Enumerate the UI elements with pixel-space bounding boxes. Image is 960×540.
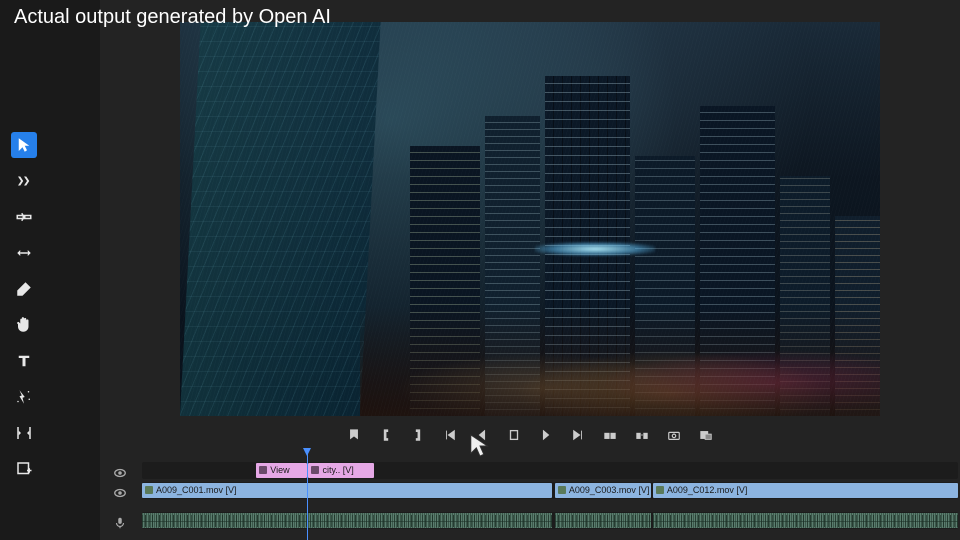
step-back-icon[interactable] [473, 426, 491, 444]
transport-controls [180, 422, 880, 448]
overlay-caption: Actual output generated by Open AI [14, 6, 331, 29]
export-frame-icon[interactable] [665, 426, 683, 444]
track-v1-visibility-icon[interactable] [108, 484, 132, 502]
audio-clip[interactable] [142, 513, 552, 528]
hand-tool-icon[interactable] [11, 312, 37, 338]
step-forward-icon[interactable] [537, 426, 555, 444]
play-icon[interactable] [505, 426, 523, 444]
selection-tool-icon[interactable] [11, 132, 37, 158]
clip[interactable]: city.. [V] [308, 463, 373, 478]
add-edit-icon[interactable] [11, 456, 37, 482]
audio-clip[interactable] [555, 513, 651, 528]
rate-stretch-icon[interactable] [11, 420, 37, 446]
go-to-out-icon[interactable] [569, 426, 587, 444]
type-tool-icon[interactable] [11, 348, 37, 374]
track-v2-visibility-icon[interactable] [108, 464, 132, 482]
clip[interactable]: View [256, 463, 307, 478]
playhead[interactable] [307, 448, 308, 540]
remix-tool-icon[interactable] [11, 384, 37, 410]
audio-clip[interactable] [653, 513, 958, 528]
clip[interactable]: A009_C012.mov [V] [653, 483, 958, 498]
track-select-forward-icon[interactable] [11, 168, 37, 194]
clip[interactable]: A009_C003.mov [V] [555, 483, 651, 498]
slip-tool-icon[interactable] [11, 240, 37, 266]
tool-palette [8, 130, 40, 484]
track-a1[interactable] [142, 512, 958, 529]
track-a1-mic-icon[interactable] [108, 514, 132, 532]
main-panel: Viewcity.. [V] A009_C001.mov [V]A009_C00… [100, 0, 960, 540]
go-to-in-icon[interactable] [441, 426, 459, 444]
ripple-edit-icon[interactable] [11, 204, 37, 230]
extract-icon[interactable] [633, 426, 651, 444]
out-bracket-icon[interactable] [409, 426, 427, 444]
marker-icon[interactable] [345, 426, 363, 444]
pen-tool-icon[interactable] [11, 276, 37, 302]
lift-icon[interactable] [601, 426, 619, 444]
in-bracket-icon[interactable] [377, 426, 395, 444]
clip[interactable]: A009_C001.mov [V] [142, 483, 552, 498]
program-monitor[interactable] [180, 22, 880, 416]
track-v2[interactable]: Viewcity.. [V] [142, 462, 958, 479]
timeline-panel: Viewcity.. [V] A009_C001.mov [V]A009_C00… [100, 462, 960, 540]
toggle-multicam-icon[interactable] [697, 426, 715, 444]
track-v1[interactable]: A009_C001.mov [V]A009_C003.mov [V]A009_C… [142, 482, 958, 499]
